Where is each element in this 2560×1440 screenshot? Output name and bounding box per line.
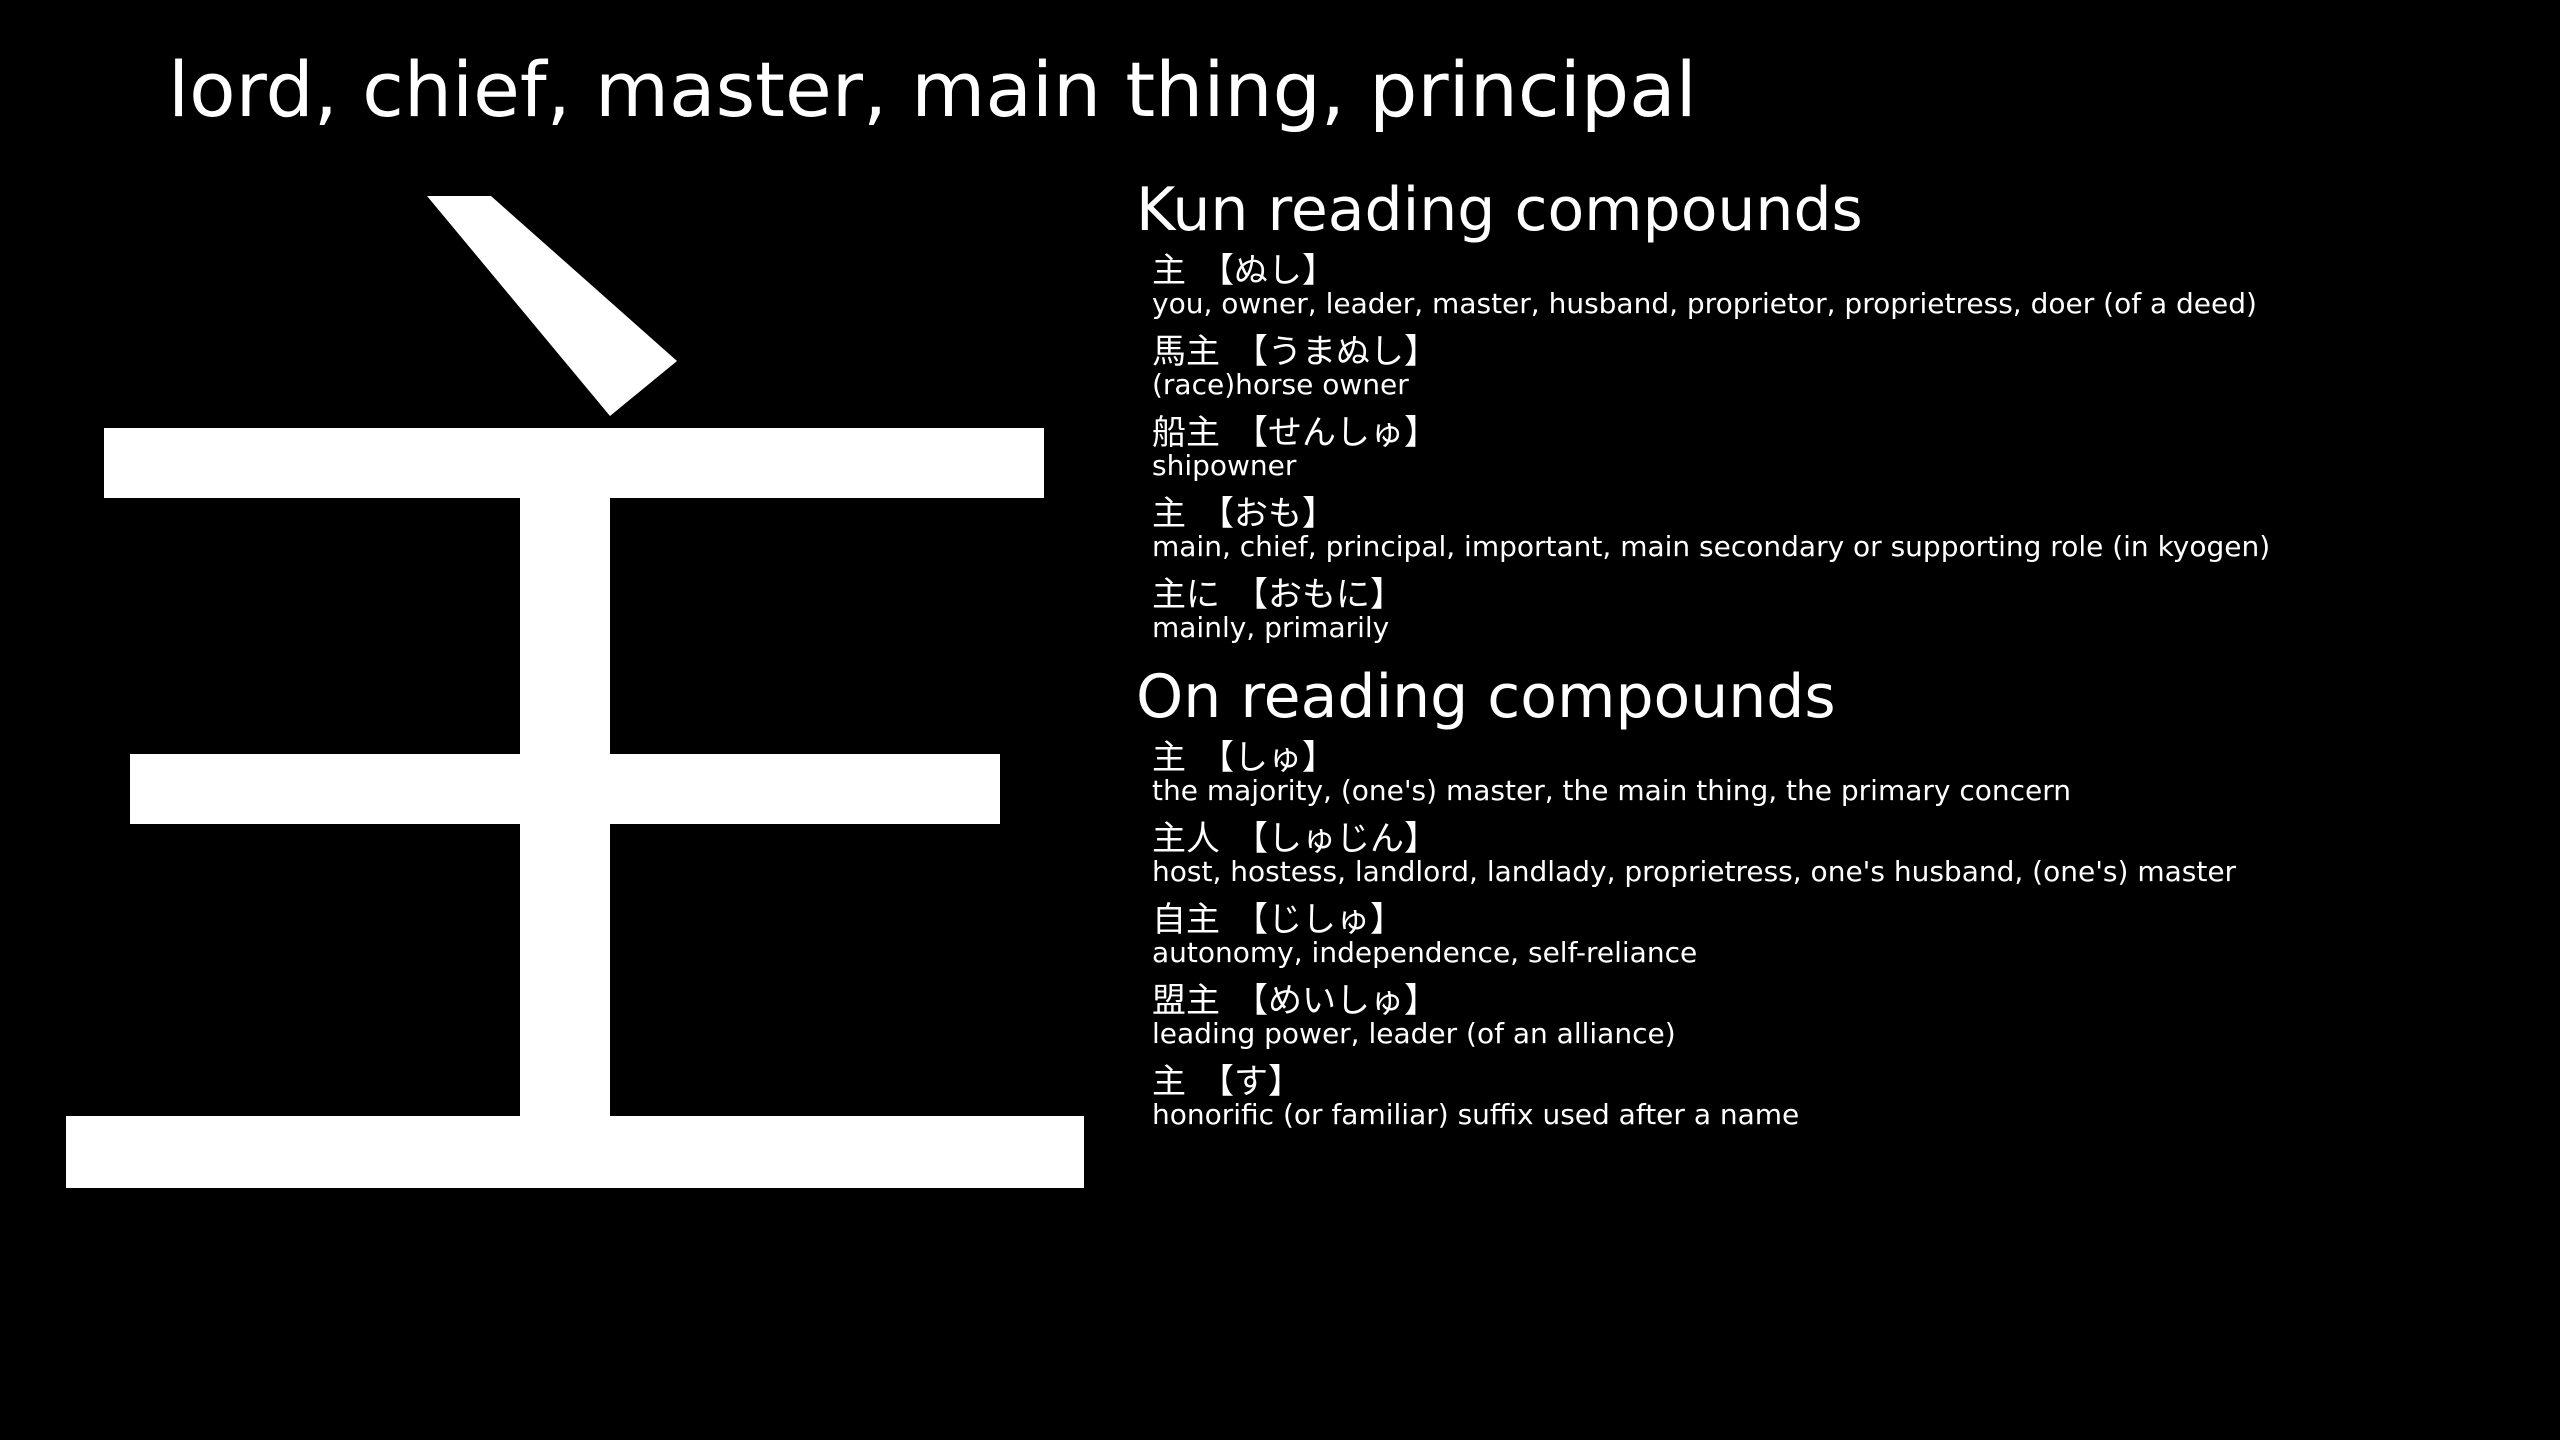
on-compound-item: 盟主 【めいしゅ】 leading power, leader (of an al… <box>1152 980 2536 1061</box>
compound-reading: 【うまぬし】 <box>1234 332 1438 372</box>
compound-kanji: 主人 <box>1152 819 1220 859</box>
on-compound-item: 主【す】 honorific (or familiar) suffix used… <box>1152 1061 2536 1142</box>
kun-section-heading: Kun reading compounds <box>1136 175 1863 245</box>
compound-gloss: honorific (or familiar) suffix used afte… <box>1152 1098 1800 1131</box>
compound-reading: 【じしゅ】 <box>1234 900 1404 940</box>
compound-kanji: 主 <box>1152 738 1186 778</box>
compound-kanji: 船主 <box>1152 413 1220 453</box>
compound-kanji: 主 <box>1152 251 1186 291</box>
compound-gloss: you, owner, leader, master, husband, pro… <box>1152 287 2257 320</box>
compound-gloss: leading power, leader (of an alliance) <box>1152 1017 1676 1050</box>
compound-reading: 【めいしゅ】 <box>1234 981 1438 1021</box>
compound-gloss: autonomy, independence, self-reliance <box>1152 936 1698 969</box>
compound-gloss: (race)horse owner <box>1152 368 1409 401</box>
compound-reading: 【せんしゅ】 <box>1234 413 1438 453</box>
compound-gloss: host, hostess, landlord, landlady, propr… <box>1152 855 2237 888</box>
on-compound-item: 主【しゅ】 the majority, (one's) master, the … <box>1152 737 2536 818</box>
compound-reading: 【おもに】 <box>1234 575 1404 615</box>
kanji-top-bar <box>104 428 1044 498</box>
compound-reading: 【おも】 <box>1200 494 1336 534</box>
kun-compound-list: 主【ぬし】 you, owner, leader, master, husban… <box>1152 250 2536 655</box>
kanji-glyph-image: 主 <box>66 196 1084 1188</box>
compound-kanji: 自主 <box>1152 900 1220 940</box>
compound-reading: 【しゅ】 <box>1200 738 1336 778</box>
compound-kanji: 馬主 <box>1152 332 1220 372</box>
kun-compound-item: 主に 【おもに】 mainly, primarily <box>1152 574 2536 655</box>
compound-gloss: mainly, primarily <box>1152 611 1390 644</box>
compound-kanji: 主 <box>1152 494 1186 534</box>
kun-compound-item: 馬主 【うまぬし】 (race)horse owner <box>1152 331 2536 412</box>
compound-kanji: 盟主 <box>1152 981 1220 1021</box>
kanji-bottom-bar <box>66 1116 1084 1188</box>
compound-gloss: the majority, (one's) master, the main t… <box>1152 774 2072 807</box>
kanji-middle-bar <box>130 754 1000 824</box>
compound-kanji: 主 <box>1152 1062 1186 1102</box>
kanji-dot-stroke <box>427 196 677 416</box>
compound-gloss: main, chief, principal, important, main … <box>1152 530 2271 563</box>
compound-kanji: 主に <box>1152 575 1220 615</box>
compound-reading: 【す】 <box>1200 1062 1302 1102</box>
on-compound-item: 主人 【しゅじん】 host, hostess, landlord, landla… <box>1152 818 2536 899</box>
kanji-meaning-title: lord, chief, master, main thing, princip… <box>168 45 1697 134</box>
on-compound-item: 自主 【じしゅ】 autonomy, independence, self-rel… <box>1152 899 2536 980</box>
on-section-heading: On reading compounds <box>1136 662 1836 732</box>
kun-compound-item: 主【おも】 main, chief, principal, important,… <box>1152 493 2536 574</box>
compound-reading: 【しゅじん】 <box>1234 819 1438 859</box>
kun-compound-item: 主【ぬし】 you, owner, leader, master, husban… <box>1152 250 2536 331</box>
compounds-panel: Kun reading compounds 主【ぬし】 you, owner, … <box>1136 170 2536 1142</box>
on-compound-list: 主【しゅ】 the majority, (one's) master, the … <box>1152 737 2536 1142</box>
kun-compound-item: 船主 【せんしゅ】 shipowner <box>1152 412 2536 493</box>
compound-reading: 【ぬし】 <box>1200 251 1336 291</box>
